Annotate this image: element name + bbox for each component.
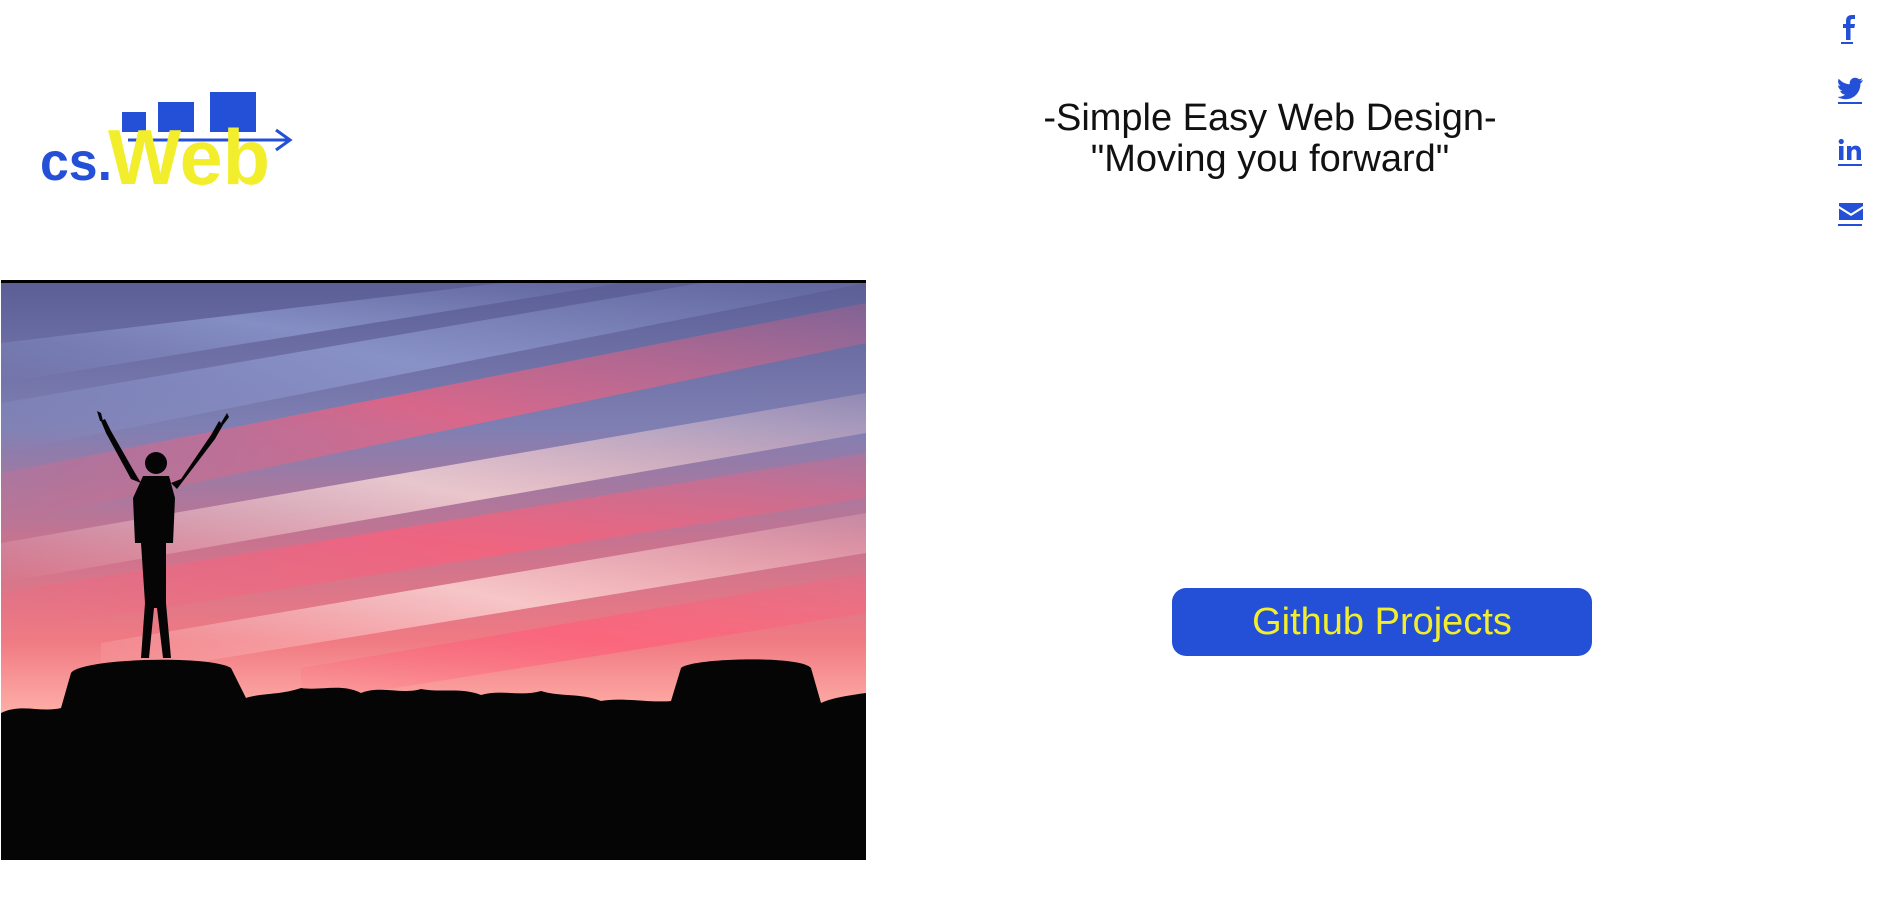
facebook-link[interactable] [1838, 14, 1878, 76]
logo-graphic: cs. Web [40, 92, 293, 192]
sunset-silhouette-image [1, 283, 866, 860]
tagline-line-2: "Moving you forward" [1090, 138, 1450, 180]
tagline-line-1: -Simple Easy Web Design- [1043, 97, 1497, 139]
linkedin-link[interactable] [1838, 138, 1878, 200]
email-icon [1839, 203, 1863, 220]
facebook-icon [1843, 15, 1855, 40]
hero-image [1, 280, 866, 863]
social-links [1838, 14, 1878, 262]
linkedin-icon [1838, 138, 1861, 160]
twitter-icon [1838, 77, 1863, 100]
logo[interactable]: cs. Web [40, 92, 310, 192]
logo-prefix: cs. [40, 132, 112, 192]
email-link[interactable] [1838, 200, 1878, 262]
tagline: -Simple Easy Web Design- "Moving you for… [1030, 98, 1510, 180]
twitter-link[interactable] [1838, 76, 1878, 138]
github-projects-button[interactable]: Github Projects [1172, 588, 1592, 656]
logo-name: Web [108, 113, 270, 192]
